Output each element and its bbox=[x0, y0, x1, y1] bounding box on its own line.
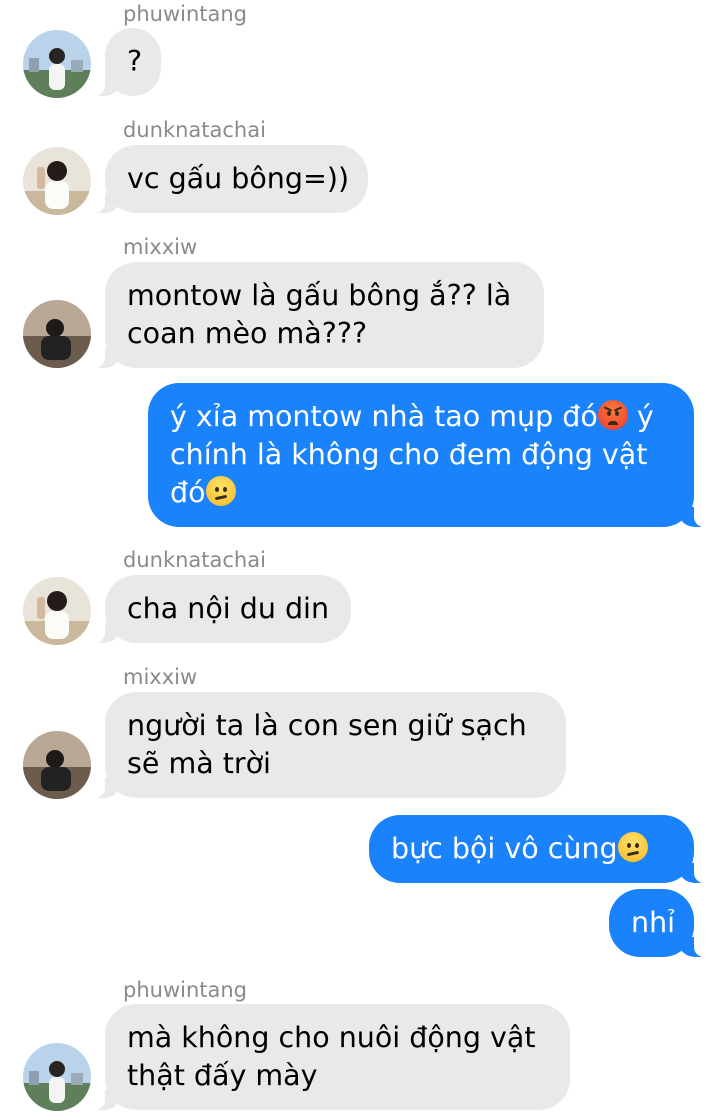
message-text: người ta là con sen giữ sạch bbox=[127, 709, 527, 742]
phuwintang-avatar[interactable] bbox=[23, 30, 91, 98]
message-text: coan mèo mà??? bbox=[127, 317, 368, 350]
message-text: montow là gấu bông ắ?? là bbox=[127, 279, 512, 312]
sender-name: phuwintang bbox=[123, 978, 248, 1002]
mixxiw-avatar[interactable] bbox=[23, 731, 91, 799]
sender-name: dunknatachai bbox=[123, 118, 266, 142]
message-bubble[interactable]: montow là gấu bông ắ?? là coan mèo mà??? bbox=[94, 262, 544, 368]
sender-name: mixxiw bbox=[123, 665, 198, 689]
message-text: đó bbox=[170, 474, 672, 512]
message-text: ? bbox=[127, 45, 143, 78]
message-bubble[interactable]: mà không cho nuôi động vật thật đấy mày bbox=[94, 1004, 570, 1110]
confused-face-icon bbox=[205, 476, 236, 506]
mixxiw-avatar[interactable] bbox=[23, 300, 91, 368]
message-text: thật đấy mày bbox=[127, 1059, 318, 1092]
message-text: nhỉ bbox=[631, 906, 676, 939]
confused-face-icon bbox=[617, 832, 648, 862]
message-text: vc gấu bông=)) bbox=[127, 162, 350, 195]
message-text: mà không cho nuôi động vật bbox=[127, 1021, 536, 1054]
message-text: sẽ mà trời bbox=[127, 747, 271, 780]
sender-name: dunknatachai bbox=[123, 548, 266, 572]
angry-face-icon bbox=[597, 400, 628, 430]
message-bubble-outgoing[interactable]: ý xỉa montow nhà tao mụp đó ý chính là k… bbox=[148, 383, 705, 527]
message-bubble[interactable]: người ta là con sen giữ sạch sẽ mà trời bbox=[94, 692, 566, 798]
message-bubble-outgoing[interactable]: nhỉ bbox=[609, 889, 705, 957]
message-bubble[interactable]: ? bbox=[94, 28, 161, 96]
message-text: bực bội vô cùng bbox=[391, 830, 672, 868]
message-text: cha nội du din bbox=[127, 592, 330, 625]
sender-name: phuwintang bbox=[123, 2, 248, 26]
sender-name: mixxiw bbox=[123, 235, 198, 259]
phuwintang-avatar[interactable] bbox=[23, 1043, 91, 1111]
message-bubble-outgoing[interactable]: bực bội vô cùng bbox=[369, 815, 705, 883]
message-bubble[interactable]: cha nội du din bbox=[94, 575, 351, 643]
message-text: ý xỉa montow nhà tao mụp đó ý bbox=[170, 400, 654, 433]
dunknatachai-avatar[interactable] bbox=[23, 577, 91, 645]
dunknatachai-avatar[interactable] bbox=[23, 147, 91, 215]
message-text: chính là không cho đem động vật bbox=[170, 438, 648, 471]
message-bubble[interactable]: vc gấu bông=)) bbox=[94, 145, 368, 213]
